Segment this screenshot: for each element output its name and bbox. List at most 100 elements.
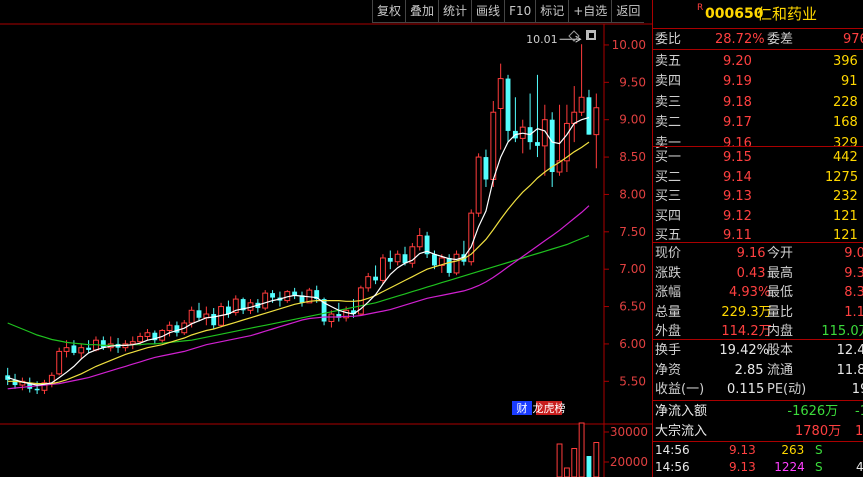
candle[interactable]	[394, 250, 401, 266]
candle[interactable]	[144, 328, 151, 341]
max-price-label: 10.01	[526, 33, 558, 46]
ask-row: 卖四 9.19 91	[653, 71, 863, 92]
candle[interactable]	[409, 243, 416, 268]
capital-flow-row: 净流入额 -1626万 -1	[653, 401, 863, 422]
candle[interactable]	[5, 367, 11, 386]
candle[interactable]	[232, 295, 239, 316]
candle[interactable]	[387, 250, 393, 270]
stat-row: 涨跌 0.43 最高 9.3	[653, 263, 863, 284]
weicha-value: 976	[843, 32, 863, 47]
fundamental-label: 收益(一)	[655, 382, 705, 398]
candle[interactable]	[196, 302, 202, 322]
volume-bar[interactable]	[578, 422, 585, 477]
candle[interactable]	[380, 254, 386, 285]
candle[interactable]	[240, 297, 246, 315]
candle[interactable]	[211, 308, 217, 329]
stock-flag: R	[697, 3, 704, 13]
capital-flow-label: 大宗流入	[655, 423, 708, 439]
volume-bar[interactable]	[563, 467, 570, 477]
tick-row[interactable]: 14:56 9.13 1224 S 4	[653, 459, 863, 476]
candle[interactable]	[129, 336, 136, 350]
weibi-row: 委比 28.72%委差 976	[653, 29, 863, 50]
candle[interactable]	[19, 377, 26, 391]
candle[interactable]	[468, 209, 475, 266]
candle[interactable]	[505, 74, 511, 143]
bid-label: 买一	[655, 150, 682, 165]
candle[interactable]	[203, 306, 210, 326]
toolbar-button-5[interactable]: 标记	[535, 0, 569, 23]
candle[interactable]	[578, 44, 585, 116]
stat-value: 0.43	[736, 265, 766, 281]
candle[interactable]	[519, 119, 526, 154]
candle[interactable]	[292, 287, 298, 300]
divider	[653, 49, 863, 50]
candle[interactable]	[556, 104, 563, 176]
kline-chart[interactable]: 10.00 9.50 9.00 8.50 8.00 7.50 7.00 6.50 6.00 5.5…	[0, 0, 652, 477]
candle[interactable]	[56, 347, 63, 376]
stock-chart-window: 10.00 9.50 9.00 8.50 8.00 7.50 7.00 6.50 6.00 5.5…	[0, 0, 863, 477]
candle[interactable]	[424, 231, 430, 258]
volume-bar[interactable]	[586, 456, 592, 477]
toolbar-button-6[interactable]: +自选	[568, 0, 612, 23]
candle[interactable]	[373, 265, 379, 285]
candle[interactable]	[527, 93, 533, 150]
candle[interactable]	[416, 228, 423, 251]
stat-label: 总量	[655, 304, 682, 320]
candle[interactable]	[174, 321, 180, 337]
candle[interactable]	[336, 302, 342, 322]
candle[interactable]	[483, 149, 489, 187]
toolbar-button-3[interactable]: 画线	[471, 0, 505, 23]
price-tick-label: 6.50	[619, 300, 646, 314]
bid-row: 买一 9.15 442	[653, 147, 863, 168]
candle[interactable]	[535, 74, 540, 158]
toolbar-button-1[interactable]: 叠加	[405, 0, 439, 23]
candle[interactable]	[41, 379, 48, 395]
toolbar-button-0[interactable]: 复权	[372, 0, 406, 23]
candle[interactable]	[593, 93, 600, 169]
candle[interactable]	[541, 104, 548, 176]
toolbar-button-7[interactable]: 返回	[611, 0, 645, 23]
candle[interactable]	[299, 291, 305, 307]
volume-bar[interactable]	[571, 448, 578, 477]
fundamental-label: 流通	[767, 362, 794, 378]
candle[interactable]	[365, 272, 372, 292]
toolbar-button-4[interactable]: F10	[504, 0, 536, 23]
candle[interactable]	[78, 343, 85, 359]
candle[interactable]	[497, 63, 504, 150]
ask-row: 卖三 9.18 228	[653, 92, 863, 113]
candle[interactable]	[107, 336, 114, 352]
stock-code: 000650	[705, 6, 764, 22]
capital-flow-value: -1626万	[787, 404, 839, 419]
price-tick-label: 8.50	[619, 150, 646, 164]
stat-value: 9.0	[844, 246, 863, 261]
bid-price: 9.13	[723, 189, 752, 205]
fundamental-label: 换手	[655, 343, 682, 358]
tick-price: 9.13	[729, 460, 756, 474]
capital-flow-row: 大宗流入 1780万 1	[653, 421, 863, 442]
tick-row[interactable]: 14:56 9.13 263 S	[653, 442, 863, 459]
candle[interactable]	[475, 153, 482, 217]
fundamental-label: 净资	[655, 362, 682, 378]
candle[interactable]	[152, 330, 158, 344]
candle[interactable]	[225, 300, 231, 318]
candle[interactable]	[262, 290, 269, 311]
candle[interactable]	[27, 377, 33, 393]
stat-value: 9.16	[736, 246, 766, 261]
ask-price: 9.18	[723, 94, 752, 110]
ask-row: 卖五 9.20 396	[653, 51, 863, 72]
toolbar-button-2[interactable]: 统计	[438, 0, 472, 23]
capital-flow-extra: -1	[855, 404, 863, 419]
candle[interactable]	[453, 250, 460, 276]
candle[interactable]	[586, 89, 592, 135]
volume-bar[interactable]	[556, 443, 563, 477]
bid-volume: 442	[833, 150, 858, 165]
candle[interactable]	[328, 310, 335, 328]
candle[interactable]	[86, 340, 92, 353]
candle[interactable]	[571, 86, 578, 143]
candle[interactable]	[461, 240, 467, 266]
candle[interactable]	[549, 112, 555, 187]
stock-header: R 000650 仁和药业	[653, 0, 863, 28]
stat-label: 最高	[767, 265, 794, 281]
volume-bar[interactable]	[593, 442, 600, 477]
candle[interactable]	[563, 104, 570, 173]
